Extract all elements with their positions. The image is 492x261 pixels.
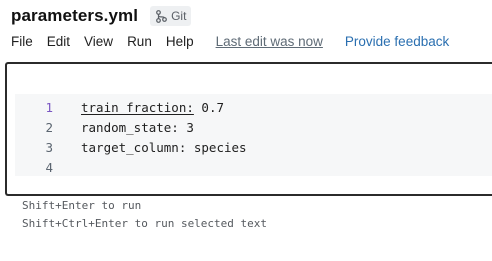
menu-file[interactable]: File	[11, 34, 33, 49]
code-line[interactable]: 4	[15, 157, 492, 177]
code-line[interactable]: 2 random_state: 3	[15, 117, 492, 137]
menu-edit[interactable]: Edit	[47, 34, 70, 49]
yaml-key: train_fraction:	[81, 99, 194, 115]
git-label: Git	[171, 9, 187, 23]
line-text[interactable]: target_column: species	[81, 140, 247, 155]
notebook-file-view: parameters.yml Git File Edit View Run He…	[0, 0, 492, 261]
code-editor[interactable]: 1 train_fraction: 0.7 2 random_state: 3 …	[5, 62, 492, 196]
last-edit-link[interactable]: Last edit was now	[216, 34, 323, 49]
menu-view[interactable]: View	[84, 34, 113, 49]
run-selected-hint: Shift+Ctrl+Enter to run selected text	[22, 217, 268, 230]
run-hint: Shift+Enter to run	[22, 199, 142, 212]
title-row: parameters.yml Git	[11, 4, 192, 28]
file-title[interactable]: parameters.yml	[11, 6, 138, 26]
line-text[interactable]: train_fraction: 0.7	[81, 100, 224, 115]
line-text[interactable]: random_state: 3	[81, 120, 194, 135]
menu-run[interactable]: Run	[127, 34, 152, 49]
git-badge[interactable]: Git	[150, 6, 192, 26]
git-branch-icon	[156, 9, 167, 23]
menu-help[interactable]: Help	[166, 34, 194, 49]
provide-feedback-link[interactable]: Provide feedback	[345, 34, 449, 49]
line-number: 4	[45, 159, 53, 175]
line-number: 3	[45, 139, 53, 155]
code-line[interactable]: 3 target_column: species	[15, 137, 492, 157]
line-number: 1	[45, 99, 53, 115]
menu-bar: File Edit View Run Help Last edit was no…	[11, 33, 449, 49]
line-number: 2	[45, 119, 53, 135]
yaml-value: 0.7	[193, 99, 224, 115]
editor-content[interactable]: 1 train_fraction: 0.7 2 random_state: 3 …	[15, 94, 492, 176]
code-line[interactable]: 1 train_fraction: 0.7	[15, 97, 492, 117]
